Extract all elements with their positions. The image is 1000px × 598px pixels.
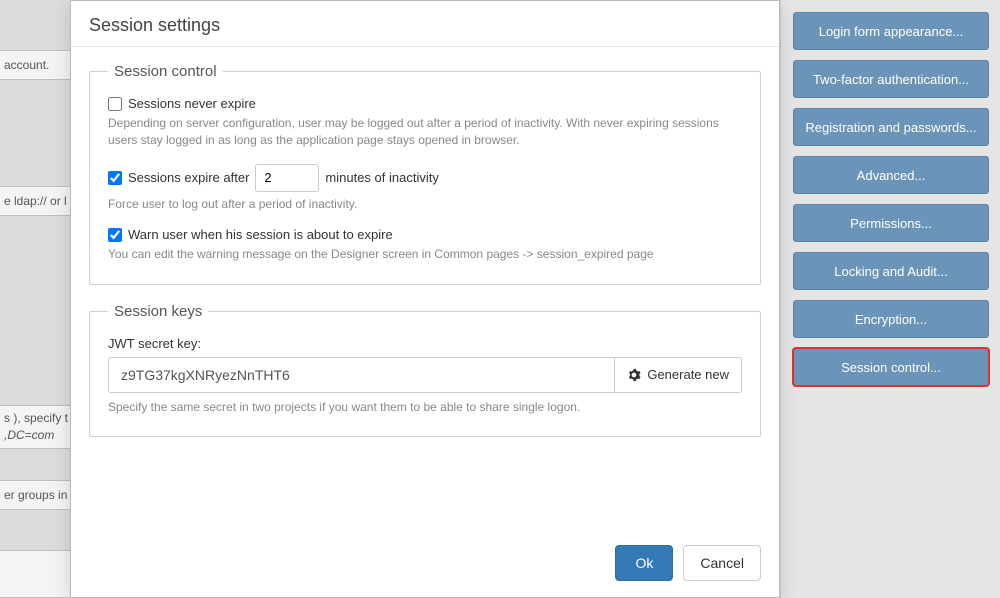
bg-snippet <box>0 550 70 598</box>
warn-expire-label[interactable]: Warn user when his session is about to e… <box>108 227 393 242</box>
bg-snippet: s ), specify t ,DC=com <box>0 405 70 449</box>
expire-after-hint: Force user to log out after a period of … <box>108 196 742 213</box>
modal-header: Session settings <box>71 1 779 47</box>
sidebar-item-login-appearance[interactable]: Login form appearance... <box>793 12 989 50</box>
session-control-group: Session control Sessions never expire De… <box>89 63 761 285</box>
session-control-legend: Session control <box>108 63 223 80</box>
sidebar-item-label: Login form appearance... <box>819 24 964 39</box>
jwt-secret-input[interactable] <box>108 357 614 393</box>
checkbox-label-text: Warn user when his session is about to e… <box>128 227 393 242</box>
right-sidebar: Login form appearance... Two-factor auth… <box>780 0 1000 598</box>
gear-icon <box>627 368 641 382</box>
never-expire-hint: Depending on server configuration, user … <box>108 115 742 150</box>
session-keys-group: Session keys JWT secret key: Generate ne… <box>89 303 761 437</box>
modal-body: Session control Sessions never expire De… <box>71 47 779 533</box>
sidebar-item-locking-audit[interactable]: Locking and Audit... <box>793 252 989 290</box>
warn-expire-hint: You can edit the warning message on the … <box>108 246 742 263</box>
modal-footer: Ok Cancel <box>71 533 779 597</box>
expire-after-label[interactable]: Sessions expire after <box>108 170 249 185</box>
sidebar-item-label: Encryption... <box>855 312 927 327</box>
bg-snippet: account. <box>0 50 70 80</box>
generate-label-text: Generate new <box>647 367 729 382</box>
sidebar-item-label: Registration and passwords... <box>805 120 976 135</box>
never-expire-label[interactable]: Sessions never expire <box>108 96 256 111</box>
sidebar-item-session-control[interactable]: Session control... <box>793 348 989 386</box>
bg-snippet: er groups in <box>0 480 70 510</box>
button-label: Cancel <box>700 555 744 571</box>
modal-title: Session settings <box>89 15 761 36</box>
sidebar-item-permissions[interactable]: Permissions... <box>793 204 989 242</box>
jwt-hint: Specify the same secret in two projects … <box>108 399 742 416</box>
bg-text: ,DC=com <box>4 427 54 444</box>
warn-expire-checkbox[interactable] <box>108 228 122 242</box>
session-keys-legend: Session keys <box>108 303 208 320</box>
sidebar-item-encryption[interactable]: Encryption... <box>793 300 989 338</box>
sidebar-item-label: Two-factor authentication... <box>813 72 969 87</box>
sidebar-item-two-factor[interactable]: Two-factor authentication... <box>793 60 989 98</box>
expire-minutes-input[interactable] <box>255 164 319 192</box>
checkbox-label-text: Sessions expire after <box>128 170 249 185</box>
expire-suffix-text: minutes of inactivity <box>325 170 438 185</box>
never-expire-checkbox[interactable] <box>108 97 122 111</box>
sidebar-item-advanced[interactable]: Advanced... <box>793 156 989 194</box>
ok-button[interactable]: Ok <box>615 545 673 581</box>
sidebar-item-label: Permissions... <box>850 216 932 231</box>
generate-new-button[interactable]: Generate new <box>614 357 742 393</box>
bg-snippet: e ldap:// or l <box>0 186 70 216</box>
button-label: Ok <box>635 555 653 571</box>
bg-text: s ), specify t <box>4 410 68 427</box>
cancel-button[interactable]: Cancel <box>683 545 761 581</box>
expire-after-checkbox[interactable] <box>108 171 122 185</box>
checkbox-label-text: Sessions never expire <box>128 96 256 111</box>
jwt-label: JWT secret key: <box>108 336 742 351</box>
sidebar-item-label: Locking and Audit... <box>834 264 947 279</box>
sidebar-item-label: Session control... <box>841 360 941 375</box>
session-settings-modal: Session settings Session control Session… <box>70 0 780 598</box>
sidebar-item-label: Advanced... <box>857 168 926 183</box>
sidebar-item-registration[interactable]: Registration and passwords... <box>793 108 989 146</box>
